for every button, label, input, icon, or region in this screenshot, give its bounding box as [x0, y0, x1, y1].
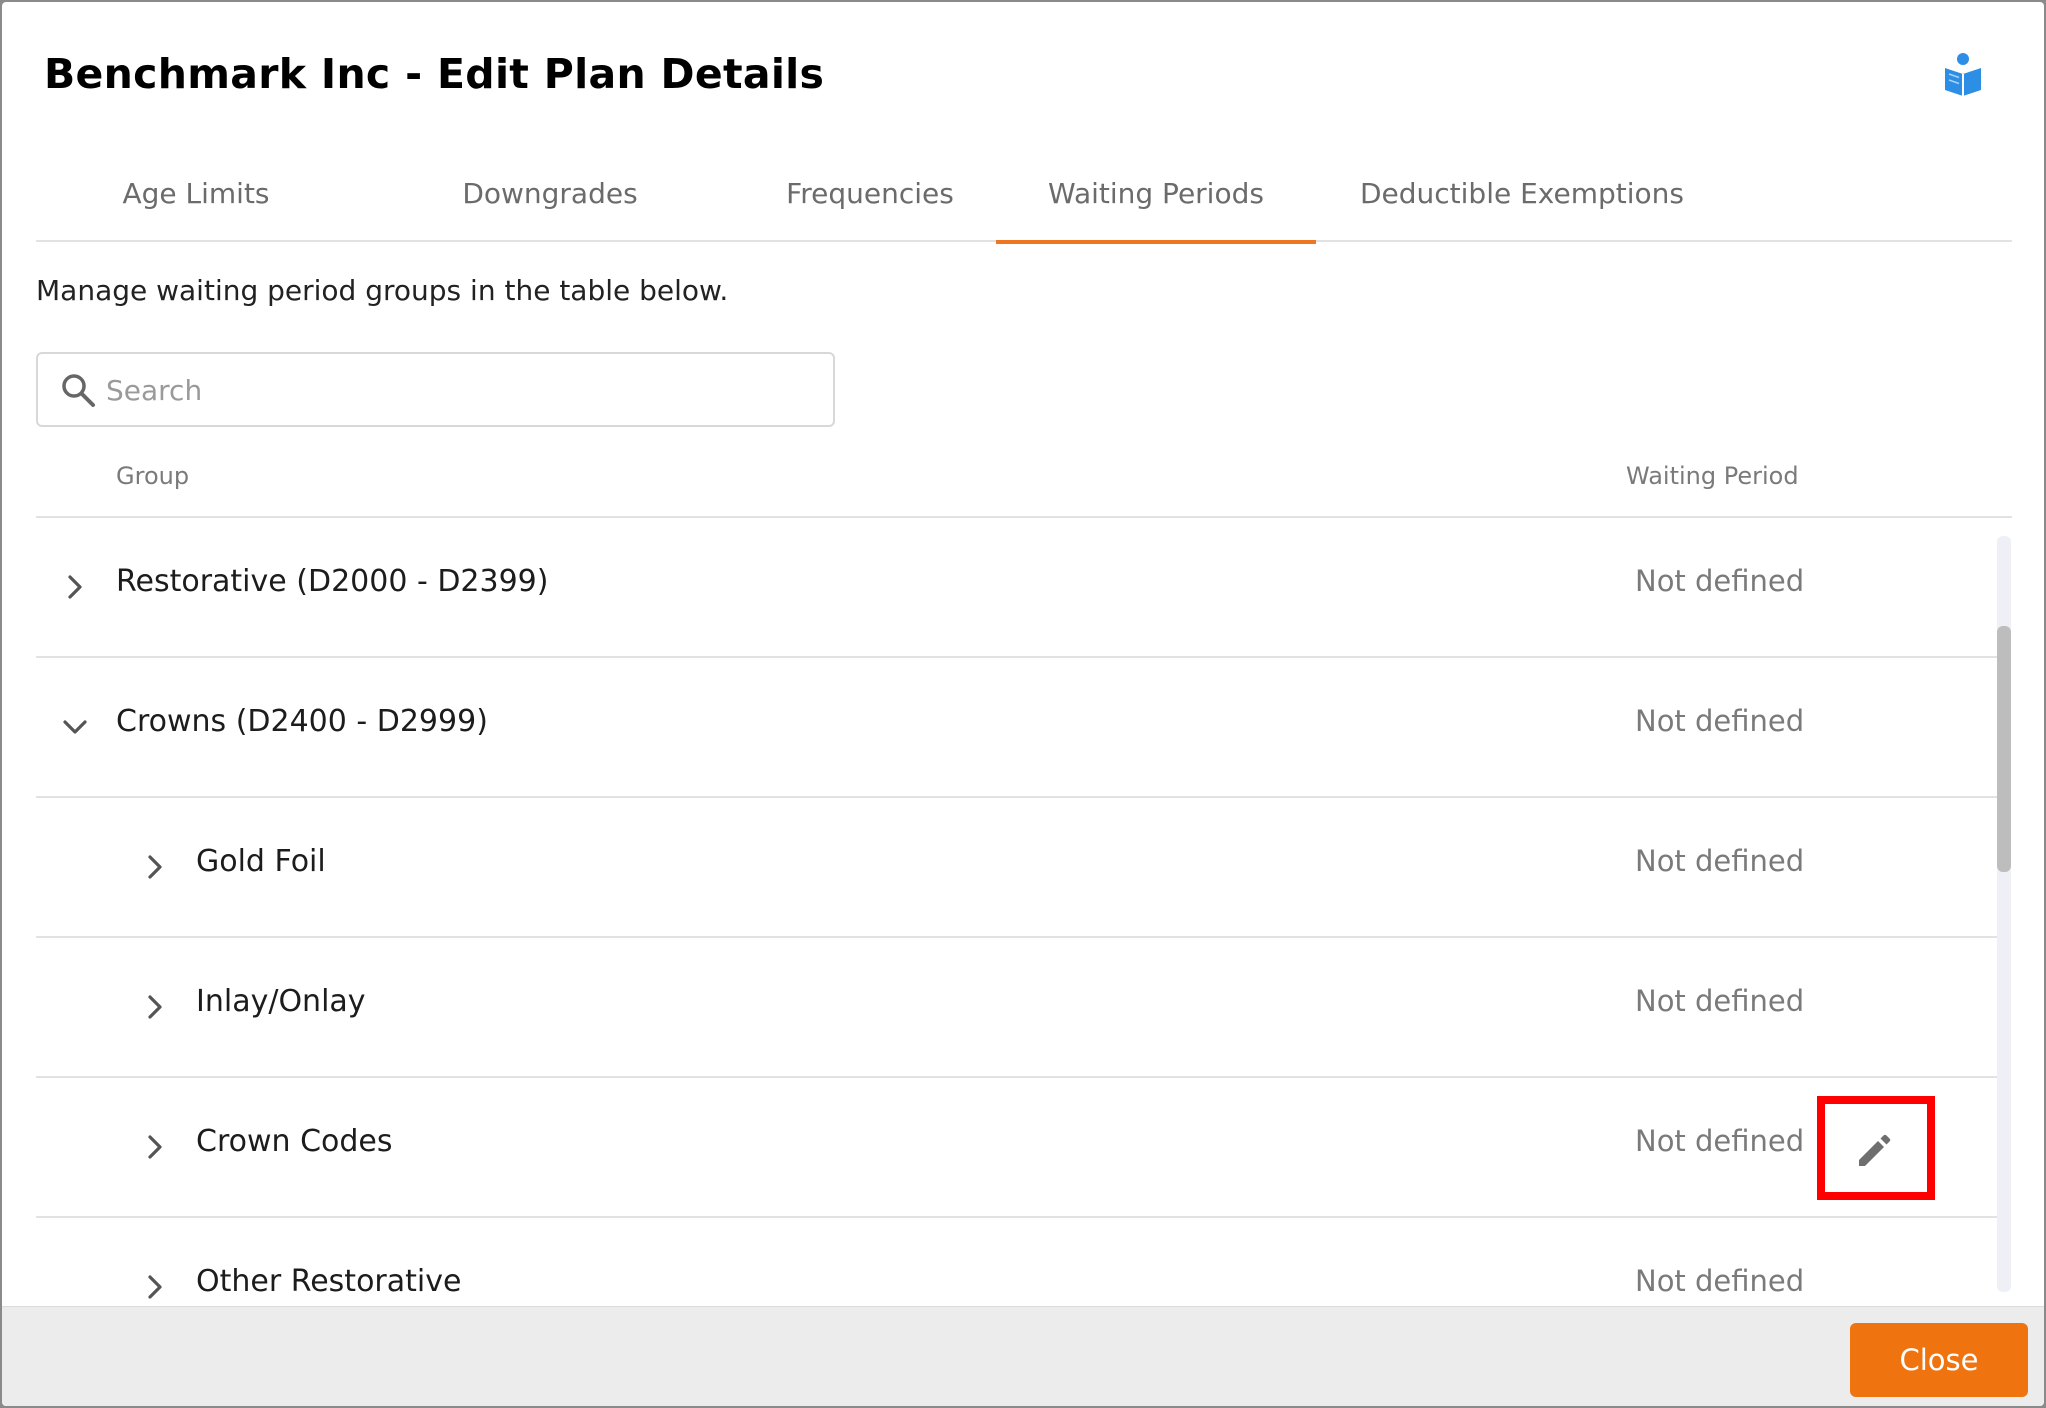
row-waiting-period: Not defined — [1635, 844, 1805, 878]
row-waiting-period: Not defined — [1635, 704, 1805, 738]
row-waiting-period: Not defined — [1635, 1264, 1805, 1298]
close-button[interactable]: Close — [1850, 1323, 2028, 1397]
row-label: Other Restorative — [196, 1264, 462, 1299]
table-body: Restorative (D2000 - D2399) Not defined … — [36, 518, 1997, 1306]
table-row[interactable]: Inlay/Onlay Not defined — [36, 938, 1997, 1078]
help-book-icon[interactable] — [1944, 52, 1982, 96]
column-header-waiting-period: Waiting Period — [1626, 462, 1799, 490]
chevron-right-icon[interactable] — [138, 990, 172, 1024]
row-label: Restorative (D2000 - D2399) — [116, 564, 549, 599]
table-row[interactable]: Restorative (D2000 - D2399) Not defined — [36, 518, 1997, 658]
chevron-down-icon[interactable] — [58, 710, 92, 744]
edit-plan-dialog: Benchmark Inc - Edit Plan Details Age Li… — [2, 2, 2044, 1406]
table-row[interactable]: Other Restorative Not defined — [36, 1218, 1997, 1306]
row-waiting-period: Not defined — [1635, 984, 1805, 1018]
chevron-right-icon[interactable] — [138, 1130, 172, 1164]
dialog-footer: Close — [2, 1306, 2044, 1406]
row-label: Crown Codes — [196, 1124, 393, 1159]
tab-waiting-periods[interactable]: Waiting Periods — [996, 162, 1316, 244]
tab-deductible-exemptions[interactable]: Deductible Exemptions — [1332, 162, 1712, 242]
row-waiting-period: Not defined — [1635, 1124, 1805, 1158]
table-row[interactable]: Crown Codes Not defined — [36, 1078, 1997, 1218]
pencil-icon[interactable] — [1855, 1130, 1895, 1170]
column-header-group: Group — [116, 462, 190, 490]
row-label: Inlay/Onlay — [196, 984, 366, 1019]
row-label: Gold Foil — [196, 844, 326, 879]
search-icon — [62, 374, 95, 407]
edit-button[interactable] — [1817, 1096, 1935, 1200]
tab-frequencies[interactable]: Frequencies — [730, 162, 1010, 242]
search-input[interactable] — [106, 364, 806, 416]
dialog-title: Benchmark Inc - Edit Plan Details — [44, 50, 825, 98]
table-row[interactable]: Crowns (D2400 - D2999) Not defined — [36, 658, 1997, 798]
chevron-right-icon[interactable] — [138, 850, 172, 884]
search-box — [36, 352, 835, 427]
tab-bar: Age Limits Downgrades Frequencies Waitin… — [36, 162, 2012, 244]
tab-downgrades[interactable]: Downgrades — [410, 162, 690, 242]
row-label: Crowns (D2400 - D2999) — [116, 704, 488, 739]
table-header: Group Waiting Period — [36, 442, 2012, 518]
instructions-text: Manage waiting period groups in the tabl… — [36, 274, 729, 307]
row-waiting-period: Not defined — [1635, 564, 1805, 598]
tab-age-limits[interactable]: Age Limits — [96, 162, 296, 242]
chevron-right-icon[interactable] — [58, 570, 92, 604]
scrollbar-thumb[interactable] — [1997, 626, 2011, 872]
table-row[interactable]: Gold Foil Not defined — [36, 798, 1997, 938]
chevron-right-icon[interactable] — [138, 1270, 172, 1304]
